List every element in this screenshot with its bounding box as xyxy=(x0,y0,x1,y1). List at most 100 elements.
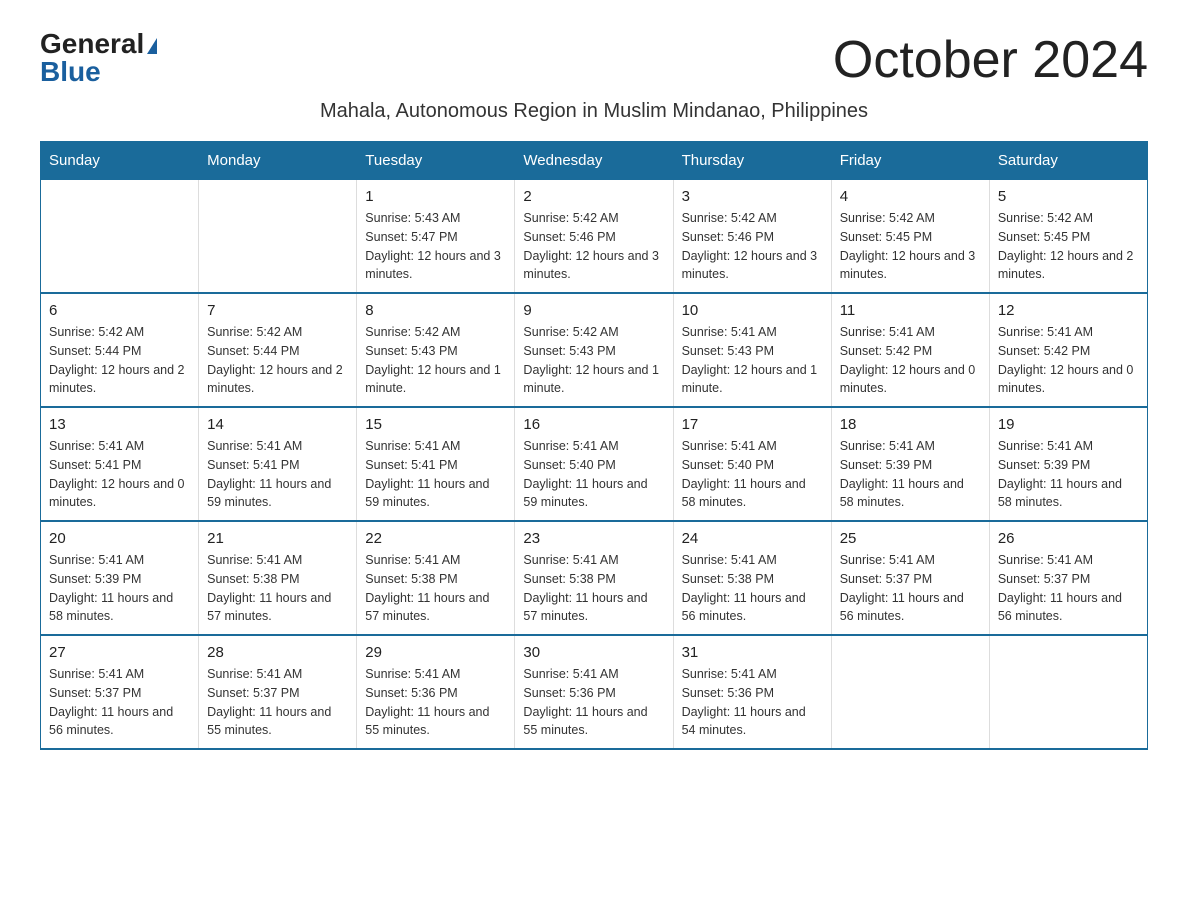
calendar-cell: 13 Sunrise: 5:41 AMSunset: 5:41 PMDayligh… xyxy=(41,407,199,521)
day-number: 4 xyxy=(840,188,981,205)
day-info: Sunrise: 5:41 AMSunset: 5:36 PMDaylight:… xyxy=(365,665,506,740)
day-number: 5 xyxy=(998,188,1139,205)
subtitle: Mahala, Autonomous Region in Muslim Mind… xyxy=(40,100,1148,123)
day-number: 11 xyxy=(840,302,981,319)
day-info: Sunrise: 5:43 AMSunset: 5:47 PMDaylight:… xyxy=(365,209,506,284)
day-number: 25 xyxy=(840,530,981,547)
calendar-cell: 7 Sunrise: 5:42 AMSunset: 5:44 PMDaylight… xyxy=(199,293,357,407)
day-number: 2 xyxy=(523,188,664,205)
day-number: 17 xyxy=(682,416,823,433)
day-info: Sunrise: 5:41 AMSunset: 5:38 PMDaylight:… xyxy=(207,551,348,626)
day-number: 22 xyxy=(365,530,506,547)
calendar-body: 1 Sunrise: 5:43 AMSunset: 5:47 PMDaylight… xyxy=(41,180,1148,750)
calendar-cell: 3 Sunrise: 5:42 AMSunset: 5:46 PMDaylight… xyxy=(673,180,831,294)
day-number: 24 xyxy=(682,530,823,547)
day-number: 7 xyxy=(207,302,348,319)
calendar-cell: 9 Sunrise: 5:42 AMSunset: 5:43 PMDaylight… xyxy=(515,293,673,407)
day-info: Sunrise: 5:41 AMSunset: 5:36 PMDaylight:… xyxy=(523,665,664,740)
calendar-cell: 1 Sunrise: 5:43 AMSunset: 5:47 PMDaylight… xyxy=(357,180,515,294)
day-info: Sunrise: 5:41 AMSunset: 5:37 PMDaylight:… xyxy=(207,665,348,740)
logo: General Blue xyxy=(40,30,157,86)
day-info: Sunrise: 5:42 AMSunset: 5:45 PMDaylight:… xyxy=(998,209,1139,284)
day-number: 3 xyxy=(682,188,823,205)
day-number: 16 xyxy=(523,416,664,433)
calendar-cell: 27Sunrise: 5:41 AMSunset: 5:37 PMDayligh… xyxy=(41,635,199,749)
header-day-monday: Monday xyxy=(199,142,357,180)
day-info: Sunrise: 5:42 AMSunset: 5:44 PMDaylight:… xyxy=(49,323,190,398)
day-info: Sunrise: 5:42 AMSunset: 5:44 PMDaylight:… xyxy=(207,323,348,398)
header-row: SundayMondayTuesdayWednesdayThursdayFrid… xyxy=(41,142,1148,180)
logo-triangle-icon xyxy=(147,38,157,54)
calendar-week-5: 27Sunrise: 5:41 AMSunset: 5:37 PMDayligh… xyxy=(41,635,1148,749)
calendar-week-2: 6 Sunrise: 5:42 AMSunset: 5:44 PMDaylight… xyxy=(41,293,1148,407)
header-day-thursday: Thursday xyxy=(673,142,831,180)
day-info: Sunrise: 5:41 AMSunset: 5:41 PMDaylight:… xyxy=(49,437,190,512)
calendar-cell: 10Sunrise: 5:41 AMSunset: 5:43 PMDayligh… xyxy=(673,293,831,407)
calendar-cell xyxy=(989,635,1147,749)
calendar-week-3: 13 Sunrise: 5:41 AMSunset: 5:41 PMDayligh… xyxy=(41,407,1148,521)
calendar-cell: 5 Sunrise: 5:42 AMSunset: 5:45 PMDaylight… xyxy=(989,180,1147,294)
day-info: Sunrise: 5:41 AMSunset: 5:37 PMDaylight:… xyxy=(998,551,1139,626)
day-number: 12 xyxy=(998,302,1139,319)
calendar-week-1: 1 Sunrise: 5:43 AMSunset: 5:47 PMDaylight… xyxy=(41,180,1148,294)
calendar-cell: 31Sunrise: 5:41 AMSunset: 5:36 PMDayligh… xyxy=(673,635,831,749)
calendar-cell: 25Sunrise: 5:41 AMSunset: 5:37 PMDayligh… xyxy=(831,521,989,635)
day-number: 1 xyxy=(365,188,506,205)
day-info: Sunrise: 5:41 AMSunset: 5:40 PMDaylight:… xyxy=(682,437,823,512)
calendar-cell: 17 Sunrise: 5:41 AMSunset: 5:40 PMDayligh… xyxy=(673,407,831,521)
day-number: 18 xyxy=(840,416,981,433)
calendar-cell: 12 Sunrise: 5:41 AMSunset: 5:42 PMDayligh… xyxy=(989,293,1147,407)
calendar-cell: 23Sunrise: 5:41 AMSunset: 5:38 PMDayligh… xyxy=(515,521,673,635)
day-info: Sunrise: 5:41 AMSunset: 5:41 PMDaylight:… xyxy=(365,437,506,512)
day-number: 23 xyxy=(523,530,664,547)
day-info: Sunrise: 5:41 AMSunset: 5:38 PMDaylight:… xyxy=(365,551,506,626)
header-day-sunday: Sunday xyxy=(41,142,199,180)
day-number: 26 xyxy=(998,530,1139,547)
day-info: Sunrise: 5:41 AMSunset: 5:36 PMDaylight:… xyxy=(682,665,823,740)
header: General Blue October 2024 xyxy=(40,30,1148,90)
calendar-cell: 22 Sunrise: 5:41 AMSunset: 5:38 PMDayligh… xyxy=(357,521,515,635)
calendar-cell: 18 Sunrise: 5:41 AMSunset: 5:39 PMDayligh… xyxy=(831,407,989,521)
calendar-cell: 30 Sunrise: 5:41 AMSunset: 5:36 PMDayligh… xyxy=(515,635,673,749)
day-info: Sunrise: 5:41 AMSunset: 5:39 PMDaylight:… xyxy=(840,437,981,512)
day-number: 9 xyxy=(523,302,664,319)
calendar-cell: 15 Sunrise: 5:41 AMSunset: 5:41 PMDayligh… xyxy=(357,407,515,521)
day-number: 14 xyxy=(207,416,348,433)
calendar-cell xyxy=(199,180,357,294)
calendar-cell: 6 Sunrise: 5:42 AMSunset: 5:44 PMDaylight… xyxy=(41,293,199,407)
day-info: Sunrise: 5:41 AMSunset: 5:37 PMDaylight:… xyxy=(49,665,190,740)
day-number: 10 xyxy=(682,302,823,319)
logo-general-text: General xyxy=(40,30,157,58)
day-number: 15 xyxy=(365,416,506,433)
day-info: Sunrise: 5:42 AMSunset: 5:43 PMDaylight:… xyxy=(365,323,506,398)
header-day-saturday: Saturday xyxy=(989,142,1147,180)
header-day-tuesday: Tuesday xyxy=(357,142,515,180)
calendar-cell: 16 Sunrise: 5:41 AMSunset: 5:40 PMDayligh… xyxy=(515,407,673,521)
calendar-cell xyxy=(831,635,989,749)
day-info: Sunrise: 5:42 AMSunset: 5:45 PMDaylight:… xyxy=(840,209,981,284)
day-number: 30 xyxy=(523,644,664,661)
calendar-header: SundayMondayTuesdayWednesdayThursdayFrid… xyxy=(41,142,1148,180)
day-info: Sunrise: 5:41 AMSunset: 5:38 PMDaylight:… xyxy=(682,551,823,626)
day-number: 19 xyxy=(998,416,1139,433)
day-info: Sunrise: 5:41 AMSunset: 5:40 PMDaylight:… xyxy=(523,437,664,512)
calendar-cell: 24 Sunrise: 5:41 AMSunset: 5:38 PMDayligh… xyxy=(673,521,831,635)
header-day-friday: Friday xyxy=(831,142,989,180)
day-info: Sunrise: 5:42 AMSunset: 5:43 PMDaylight:… xyxy=(523,323,664,398)
calendar-cell: 29Sunrise: 5:41 AMSunset: 5:36 PMDayligh… xyxy=(357,635,515,749)
day-info: Sunrise: 5:41 AMSunset: 5:42 PMDaylight:… xyxy=(998,323,1139,398)
day-info: Sunrise: 5:41 AMSunset: 5:41 PMDaylight:… xyxy=(207,437,348,512)
calendar-cell: 21 Sunrise: 5:41 AMSunset: 5:38 PMDayligh… xyxy=(199,521,357,635)
header-day-wednesday: Wednesday xyxy=(515,142,673,180)
calendar-cell: 8Sunrise: 5:42 AMSunset: 5:43 PMDaylight… xyxy=(357,293,515,407)
calendar-cell: 20Sunrise: 5:41 AMSunset: 5:39 PMDayligh… xyxy=(41,521,199,635)
calendar-cell: 11Sunrise: 5:41 AMSunset: 5:42 PMDayligh… xyxy=(831,293,989,407)
calendar-cell: 19Sunrise: 5:41 AMSunset: 5:39 PMDayligh… xyxy=(989,407,1147,521)
day-number: 28 xyxy=(207,644,348,661)
day-info: Sunrise: 5:41 AMSunset: 5:39 PMDaylight:… xyxy=(49,551,190,626)
calendar-cell: 26 Sunrise: 5:41 AMSunset: 5:37 PMDayligh… xyxy=(989,521,1147,635)
day-info: Sunrise: 5:42 AMSunset: 5:46 PMDaylight:… xyxy=(682,209,823,284)
day-number: 6 xyxy=(49,302,190,319)
day-number: 13 xyxy=(49,416,190,433)
day-number: 21 xyxy=(207,530,348,547)
